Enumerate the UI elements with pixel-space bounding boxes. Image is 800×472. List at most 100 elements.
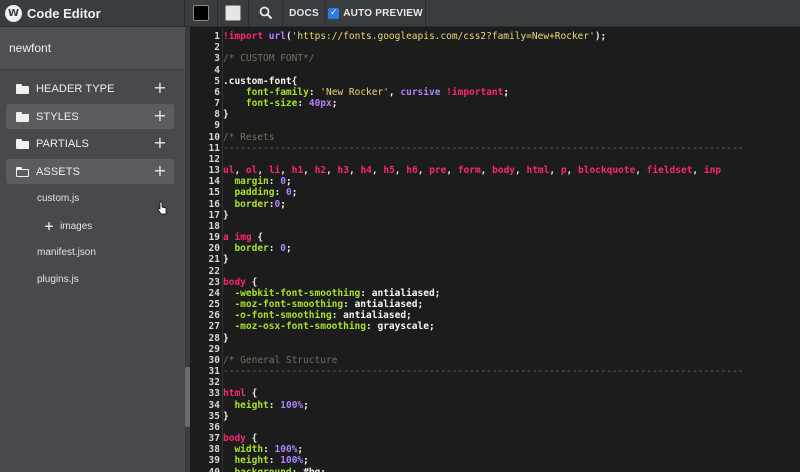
- code-line[interactable]: 18: [190, 221, 800, 232]
- add-file-plus-icon[interactable]: +: [152, 80, 168, 96]
- folder-label: PARTIALS: [36, 137, 89, 150]
- file-manifest-json[interactable]: manifest.json: [37, 247, 96, 258]
- code-line[interactable]: 12: [190, 154, 800, 165]
- line-number: 24: [208, 287, 220, 299]
- line-code: height: 100%;: [234, 399, 309, 411]
- code-line[interactable]: 16 border:0;: [190, 199, 800, 210]
- code-line[interactable]: 25 -moz-font-smoothing: antialiased;: [190, 299, 800, 310]
- code-line[interactable]: 14 margin: 0;: [190, 176, 800, 187]
- code-line[interactable]: 34 height: 100%;: [190, 400, 800, 411]
- code-line[interactable]: 2: [190, 42, 800, 53]
- folder-styles[interactable]: STYLES +: [6, 104, 174, 129]
- folder-partials[interactable]: PARTIALS +: [6, 131, 174, 156]
- code-line[interactable]: 20 border: 0;: [190, 243, 800, 254]
- file-custom-js[interactable]: custom.js: [37, 193, 79, 204]
- line-number: 38: [208, 444, 220, 456]
- line-code: margin: 0;: [234, 176, 292, 188]
- line-code: -o-font-smoothing: antialiased;: [234, 310, 412, 322]
- line-number: 32: [208, 377, 220, 389]
- folder-header-type[interactable]: HEADER TYPE +: [6, 76, 174, 101]
- line-code: a img {: [223, 232, 264, 244]
- code-line[interactable]: 6 font-family: 'New Rocker', cursive !im…: [190, 87, 800, 98]
- code-line[interactable]: 9: [190, 120, 800, 131]
- code-line[interactable]: 24 -webkit-font-smoothing: antialiased;: [190, 288, 800, 299]
- code-line[interactable]: 26 -o-font-smoothing: antialiased;: [190, 310, 800, 321]
- code-line[interactable]: 33 html {: [190, 388, 800, 399]
- line-number: 21: [208, 254, 220, 266]
- code-line[interactable]: 36: [190, 422, 800, 433]
- code-line[interactable]: 8}: [190, 109, 800, 120]
- dark-preview-button[interactable]: [185, 0, 218, 26]
- search-button[interactable]: [249, 0, 283, 26]
- line-number: 31: [208, 366, 220, 378]
- folder-assets[interactable]: ASSETS +: [6, 159, 174, 184]
- line-number: 36: [208, 421, 220, 433]
- code-line[interactable]: 7 font-size: 40px;: [190, 98, 800, 109]
- subfolder-images[interactable]: + images: [44, 219, 92, 233]
- line-number: 34: [208, 399, 220, 411]
- add-file-plus-icon[interactable]: +: [152, 108, 168, 124]
- code-line[interactable]: 27 -moz-osx-font-smoothing: grayscale;: [190, 321, 800, 332]
- line-number: 28: [208, 332, 220, 344]
- line-number: 35: [208, 410, 220, 422]
- line-code: padding: 0;: [234, 187, 298, 199]
- code-editor[interactable]: 1 !import url('https://fonts.googleapis.c…: [190, 27, 800, 472]
- code-line[interactable]: 13 ul, ol, li, h1, h2, h3, h4, h5, h6, pr…: [190, 165, 800, 176]
- expand-plus-icon[interactable]: +: [44, 219, 54, 233]
- code-line[interactable]: 21}: [190, 254, 800, 265]
- hand-cursor-icon: [157, 201, 167, 215]
- code-line[interactable]: 3/* CUSTOM FONT*/: [190, 53, 800, 64]
- line-code: -moz-font-smoothing: antialiased;: [234, 299, 424, 311]
- code-line[interactable]: 10/* Resets: [190, 132, 800, 143]
- code-line[interactable]: 22: [190, 266, 800, 277]
- code-line[interactable]: 35}: [190, 411, 800, 422]
- subfolder-label: images: [60, 220, 93, 232]
- line-number: 16: [208, 198, 220, 210]
- docs-button[interactable]: DOCS: [283, 0, 326, 26]
- code-line[interactable]: 4: [190, 65, 800, 76]
- code-line[interactable]: 31 --------------------------------------…: [190, 366, 800, 377]
- checkbox-checked-icon[interactable]: ✓: [328, 7, 340, 19]
- code-line[interactable]: 39 height: 100%;: [190, 455, 800, 466]
- project-name[interactable]: newfont: [0, 27, 185, 70]
- auto-preview-label: AUTO PREVIEW: [343, 7, 423, 19]
- docs-label: DOCS: [289, 7, 319, 19]
- line-number: 17: [208, 209, 220, 221]
- dark-swatch-icon: [193, 5, 209, 21]
- add-file-plus-icon[interactable]: +: [152, 163, 168, 179]
- code-line[interactable]: 19 a img {: [190, 232, 800, 243]
- line-number: 40: [190, 467, 220, 472]
- line-code: /* CUSTOM FONT*/: [223, 53, 315, 65]
- code-line[interactable]: 11 --------------------------------------…: [190, 143, 800, 154]
- auto-preview-toggle[interactable]: ✓ AUTO PREVIEW: [326, 0, 426, 26]
- code-line[interactable]: 23 body {: [190, 277, 800, 288]
- line-number: 26: [208, 310, 220, 322]
- code-line[interactable]: 17}: [190, 210, 800, 221]
- code-line[interactable]: 40 background: #bg;: [190, 467, 800, 472]
- app-brand: W Code Editor: [0, 0, 185, 26]
- code-line[interactable]: 38 width: 100%;: [190, 444, 800, 455]
- code-line[interactable]: 15 padding: 0;: [190, 187, 800, 198]
- line-number: 23: [208, 276, 220, 288]
- code-line[interactable]: 37 body {: [190, 433, 800, 444]
- line-number: 3: [214, 53, 220, 65]
- code-line[interactable]: 5 .custom-font{: [190, 76, 800, 87]
- line-code: -webkit-font-smoothing: antialiased;: [234, 287, 441, 299]
- line-number: 13: [208, 165, 220, 177]
- code-line[interactable]: 32: [190, 377, 800, 388]
- line-number: 27: [208, 321, 220, 333]
- file-plugins-js[interactable]: plugins.js: [37, 274, 79, 285]
- add-file-plus-icon[interactable]: +: [152, 135, 168, 151]
- app-title: Code Editor: [27, 5, 101, 21]
- code-line[interactable]: 1 !import url('https://fonts.googleapis.c…: [190, 31, 800, 42]
- line-number: 7: [214, 98, 220, 110]
- line-number: 1: [214, 31, 220, 42]
- code-line[interactable]: 30/* General Structure: [190, 355, 800, 366]
- line-number: 33: [208, 388, 220, 400]
- line-code: }: [223, 332, 229, 344]
- folder-label: ASSETS: [36, 165, 81, 178]
- code-line[interactable]: 28}: [190, 333, 800, 344]
- light-preview-button[interactable]: [218, 0, 249, 26]
- code-line[interactable]: 29: [190, 344, 800, 355]
- line-number: 22: [208, 265, 220, 277]
